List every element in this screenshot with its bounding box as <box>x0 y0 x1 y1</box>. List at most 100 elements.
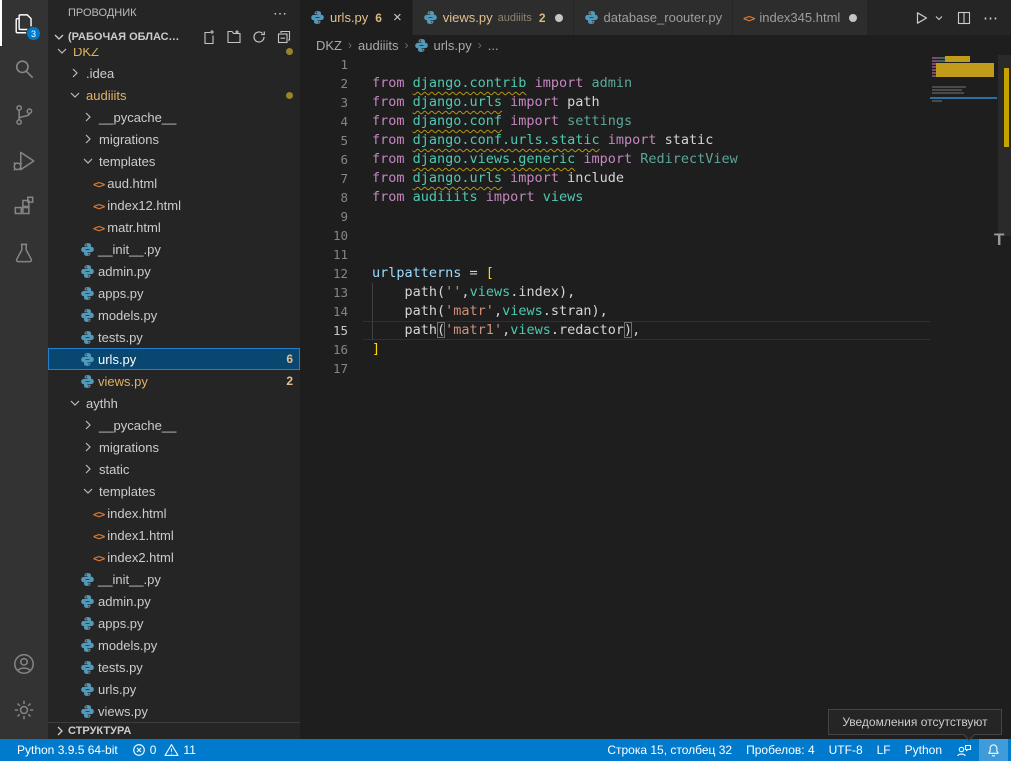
tree-file-index1.html[interactable]: <>index1.html <box>48 524 300 546</box>
activity-explorer[interactable]: 3 <box>0 0 48 46</box>
tree-file-models.py[interactable]: models.py <box>48 634 300 656</box>
minimap[interactable] <box>930 56 997 126</box>
code-line-4[interactable]: 4from django.conf import settings <box>300 112 1011 131</box>
tab-urls.py[interactable]: urls.py6× <box>300 0 413 35</box>
tree-file-admin.py[interactable]: admin.py <box>48 260 300 282</box>
code-line-13[interactable]: 13 path('',views.index), <box>300 283 1011 302</box>
line-content: urlpatterns = [ <box>363 264 930 283</box>
code-line-16[interactable]: 16] <box>300 340 1011 359</box>
code-line-15[interactable]: 15 path('matr1',views.redactor), <box>300 321 1011 340</box>
code-line-3[interactable]: 3from django.urls import path <box>300 93 1011 112</box>
tree-file-apps.py[interactable]: apps.py <box>48 612 300 634</box>
code-line-7[interactable]: 7from django.urls import include <box>300 169 1011 188</box>
cursor-position[interactable]: Строка 15, столбец 32 <box>600 739 739 761</box>
tab-bar: urls.py6×views.pyaudiiits2database_roout… <box>300 0 1011 35</box>
tree-folder-templates[interactable]: templates <box>48 150 300 172</box>
code-line-1[interactable]: 1 <box>300 55 1011 74</box>
language-mode[interactable]: Python <box>898 739 949 761</box>
split-editor-icon[interactable] <box>956 10 972 26</box>
tree-folder-__pycache__[interactable]: __pycache__ <box>48 414 300 436</box>
run-file-button[interactable] <box>913 10 929 26</box>
line-content: from django.urls import path <box>363 93 930 112</box>
tab-index345.html[interactable]: <>index345.html <box>733 0 868 35</box>
tree-folder-audiiits[interactable]: audiiits <box>48 84 300 106</box>
encoding[interactable]: UTF-8 <box>822 739 870 761</box>
tree-file-matr.html[interactable]: <>matr.html <box>48 216 300 238</box>
code-line-5[interactable]: 5from django.conf.urls.static import sta… <box>300 131 1011 150</box>
tree-file-index12.html[interactable]: <>index12.html <box>48 194 300 216</box>
indentation[interactable]: Пробелов: 4 <box>739 739 822 761</box>
tree-folder-__pycache__[interactable]: __pycache__ <box>48 106 300 128</box>
code-line-6[interactable]: 6from django.views.generic import Redire… <box>300 150 1011 169</box>
tree-file-aud.html[interactable]: <>aud.html <box>48 172 300 194</box>
activity-accounts[interactable] <box>0 641 48 687</box>
tab-problems-badge: 2 <box>539 11 546 25</box>
workspace-section-header[interactable]: (РАБОЧАЯ ОБЛАСТЬ) ... <box>48 26 300 48</box>
tree-file-__init__.py[interactable]: __init__.py <box>48 238 300 260</box>
code-editor[interactable]: 12from django.contrib import admin3from … <box>300 55 1011 378</box>
tree-item-label: views.py <box>98 374 148 389</box>
python-interpreter[interactable]: Python 3.9.5 64-bit <box>10 739 125 761</box>
activity-source-control[interactable] <box>0 92 48 138</box>
tree-file-index.html[interactable]: <>index.html <box>48 502 300 524</box>
tree-folder-migrations[interactable]: migrations <box>48 128 300 150</box>
tree-file-admin.py[interactable]: admin.py <box>48 590 300 612</box>
close-icon[interactable]: × <box>393 10 402 25</box>
activity-extensions[interactable] <box>0 184 48 230</box>
code-line-12[interactable]: 12urlpatterns = [ <box>300 264 1011 283</box>
activity-testing[interactable] <box>0 230 48 276</box>
tree-file-views.py[interactable]: views.py <box>48 700 300 722</box>
code-line-2[interactable]: 2from django.contrib import admin <box>300 74 1011 93</box>
feedback-button[interactable] <box>949 739 979 761</box>
activity-bar: 3 <box>0 0 48 739</box>
code-line-10[interactable]: 10 <box>300 226 1011 245</box>
code-line-8[interactable]: 8from audiiits import views <box>300 188 1011 207</box>
tree-file-apps.py[interactable]: apps.py <box>48 282 300 304</box>
tree-folder-migrations[interactable]: migrations <box>48 436 300 458</box>
tree-file-__init__.py[interactable]: __init__.py <box>48 568 300 590</box>
activity-settings[interactable] <box>0 687 48 733</box>
tree-file-tests.py[interactable]: tests.py <box>48 656 300 678</box>
tree-folder-.idea[interactable]: .idea <box>48 62 300 84</box>
new-file-icon[interactable] <box>201 29 217 45</box>
extensions-icon <box>11 194 37 220</box>
line-number: 9 <box>300 207 348 226</box>
problems-indicator[interactable]: 0 11 <box>125 739 203 761</box>
tree-file-models.py[interactable]: models.py <box>48 304 300 326</box>
tree-file-urls.py[interactable]: urls.py6 <box>48 348 300 370</box>
tab-views.py[interactable]: views.pyaudiiits2 <box>413 0 574 35</box>
notifications-bell-button[interactable] <box>979 739 1008 761</box>
line-number: 14 <box>300 302 348 321</box>
code-line-9[interactable]: 9 <box>300 207 1011 226</box>
tree-folder-static[interactable]: static <box>48 458 300 480</box>
tree-folder-templates[interactable]: templates <box>48 480 300 502</box>
activity-search[interactable] <box>0 46 48 92</box>
refresh-icon[interactable] <box>251 29 267 45</box>
more-actions-icon[interactable]: ⋯ <box>983 9 999 27</box>
tree-file-tests.py[interactable]: tests.py <box>48 326 300 348</box>
code-line-17[interactable]: 17 <box>300 359 1011 378</box>
explorer-sidebar: ПРОВОДНИК ⋯ (РАБОЧАЯ ОБЛАСТЬ) ... <box>48 0 300 739</box>
breadcrumb-item-audiiits[interactable]: audiiits <box>358 38 398 53</box>
breadcrumb-item-...[interactable]: ... <box>488 38 499 53</box>
code-line-11[interactable]: 11 <box>300 245 1011 264</box>
scrollbar-artifact: T <box>994 230 1004 250</box>
python-file-icon <box>80 242 95 257</box>
chevron-right-icon <box>80 461 96 477</box>
outline-section-header[interactable]: СТРУКТУРА <box>48 722 300 739</box>
tree-folder-aythh[interactable]: aythh <box>48 392 300 414</box>
activity-run-debug[interactable] <box>0 138 48 184</box>
collapse-all-icon[interactable] <box>276 29 292 45</box>
tree-file-urls.py[interactable]: urls.py <box>48 678 300 700</box>
line-content: ] <box>363 340 930 359</box>
code-line-14[interactable]: 14 path('matr',views.stran), <box>300 302 1011 321</box>
tree-file-index2.html[interactable]: <>index2.html <box>48 546 300 568</box>
explorer-more-actions[interactable]: ⋯ <box>273 5 288 22</box>
eol-sequence[interactable]: LF <box>870 739 898 761</box>
tab-database_roouter.py[interactable]: database_roouter.py <box>574 0 734 35</box>
tree-file-views.py[interactable]: views.py2 <box>48 370 300 392</box>
breadcrumb-item-urls.py[interactable]: urls.py <box>414 38 471 53</box>
new-folder-icon[interactable] <box>226 29 242 45</box>
run-dropdown-chevron-icon[interactable] <box>933 12 945 24</box>
breadcrumb-item-DKZ[interactable]: DKZ <box>316 38 342 53</box>
